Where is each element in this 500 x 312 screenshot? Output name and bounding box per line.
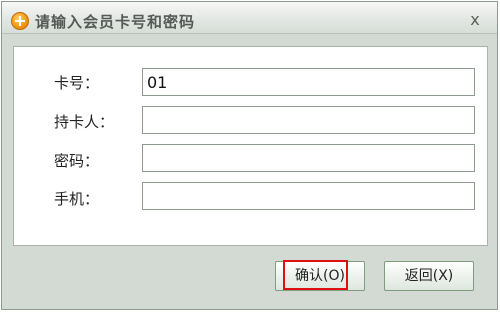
form-panel: 卡号： 持卡人： 密码： 手机： — [13, 46, 488, 246]
dialog-title: 请输入会员卡号和密码 — [35, 13, 196, 31]
password-label: 密码： — [54, 152, 100, 170]
dialog-titlebar: 请输入会员卡号和密码 ⅹ — [2, 2, 497, 34]
cardholder-input[interactable] — [142, 106, 475, 134]
back-button[interactable]: 返回(X) — [384, 261, 474, 291]
phone-input[interactable] — [142, 182, 475, 210]
app-plus-icon — [11, 12, 29, 30]
phone-label: 手机： — [54, 190, 100, 208]
cardholder-label: 持卡人： — [54, 113, 115, 131]
password-input[interactable] — [142, 144, 475, 172]
card-number-input[interactable] — [142, 68, 475, 96]
member-login-dialog: 请输入会员卡号和密码 ⅹ 卡号： 持卡人： 密码： 手机： 确认(O) 返回(X… — [1, 1, 498, 310]
confirm-button[interactable]: 确认(O) — [275, 261, 365, 291]
close-icon[interactable]: ⅹ — [467, 12, 483, 28]
card-number-label: 卡号： — [54, 74, 100, 92]
